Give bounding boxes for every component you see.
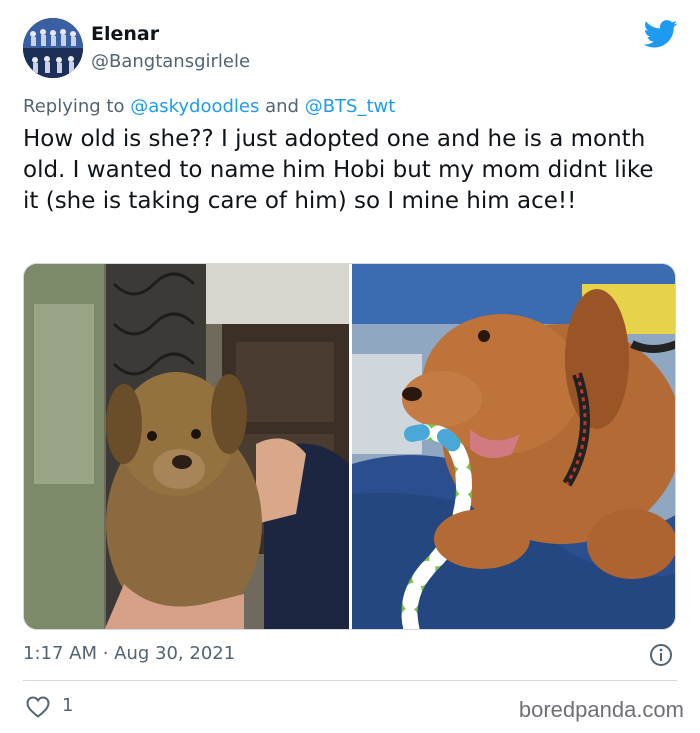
reply-context: Replying to @askydoodles and @BTS_twt [23,96,395,117]
mention-link[interactable]: @askydoodles [130,96,259,117]
puppy-photo-left[interactable] [24,264,349,629]
tweet-text: How old is she?? I just adopted one and … [23,126,654,214]
divider [23,680,677,681]
tweet-timestamp[interactable]: 1:17 AM · Aug 30, 2021 [23,643,235,664]
author-handle[interactable]: @Bangtansgirlele [91,51,250,72]
avatar[interactable] [23,18,83,78]
reply-prefix: Replying to [23,96,131,117]
watermark: boredpanda.com [518,697,684,722]
twitter-bird-icon[interactable] [643,20,678,48]
puppy-photo-right[interactable] [352,264,675,629]
media-grid[interactable] [23,263,676,630]
heart-icon[interactable] [26,696,50,718]
like-count: 1 [62,695,74,716]
reply-joiner: and [259,96,305,117]
author-name[interactable]: Elenar [91,23,159,45]
mention-link[interactable]: @BTS_twt [305,96,396,117]
info-icon[interactable] [649,643,673,667]
